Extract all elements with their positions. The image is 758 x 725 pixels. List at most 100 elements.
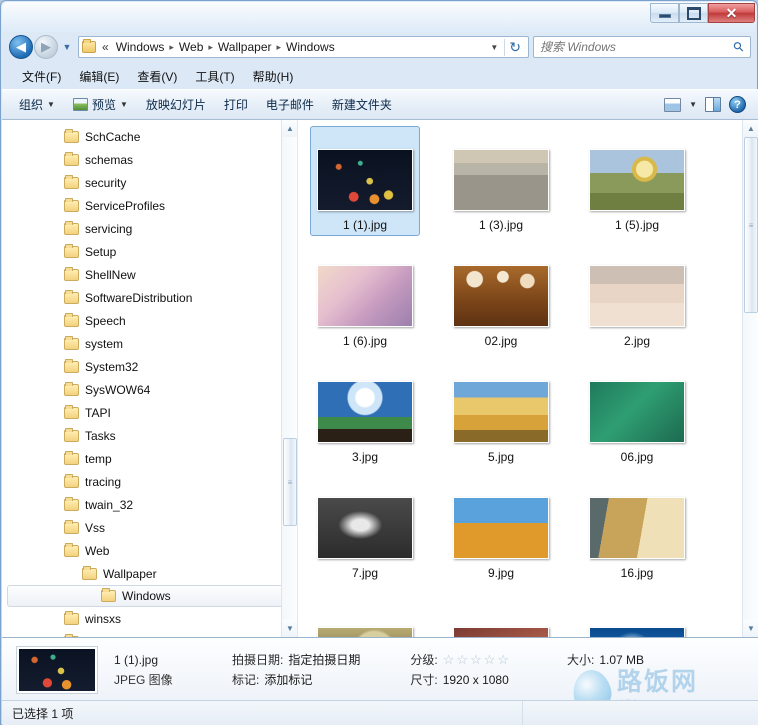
- file-tile[interactable]: 3.jpg: [310, 358, 420, 468]
- tree-item-windows[interactable]: Windows: [7, 585, 292, 607]
- file-tile[interactable]: 1 (1).jpg: [310, 126, 420, 236]
- file-tile[interactable]: [446, 590, 556, 637]
- file-tile[interactable]: 1 (5).jpg: [582, 126, 692, 236]
- tree-item-shellnew[interactable]: ShellNew: [2, 263, 297, 286]
- tree-item-tasks[interactable]: Tasks: [2, 424, 297, 447]
- sidebar-scrollbar[interactable]: ▲ ≡ ▼: [281, 120, 297, 637]
- rating-star-3[interactable]: ☆: [470, 652, 482, 668]
- maximize-button[interactable]: [679, 3, 708, 23]
- file-list-scrollbar[interactable]: ▲ ≡ ▼: [742, 120, 758, 637]
- tree-item-syswow64[interactable]: SysWOW64: [2, 378, 297, 401]
- menu-tools[interactable]: 工具(T): [187, 65, 242, 88]
- rating-star-5[interactable]: ☆: [497, 652, 509, 668]
- scrollbar-thumb[interactable]: ≡: [744, 137, 758, 313]
- chevron-down-icon[interactable]: ▼: [689, 100, 697, 109]
- folder-icon: [64, 243, 79, 258]
- tree-item-schemas[interactable]: schemas: [2, 148, 297, 171]
- details-tags-label: 标记:: [232, 673, 260, 687]
- breadcrumb-item-windows-current[interactable]: Windows: [282, 39, 339, 55]
- chevron-down-icon[interactable]: ▼: [484, 43, 504, 52]
- scrollbar-thumb[interactable]: ≡: [283, 438, 297, 526]
- file-tile[interactable]: 16.jpg: [582, 474, 692, 584]
- details-date-label: 拍摄日期:: [232, 653, 284, 667]
- file-tile[interactable]: [582, 590, 692, 637]
- file-tile[interactable]: 06.jpg: [582, 358, 692, 468]
- email-button[interactable]: 电子邮件: [257, 92, 323, 117]
- folder-icon: [64, 542, 79, 557]
- rating-star-1[interactable]: ☆: [443, 652, 455, 668]
- menu-edit[interactable]: 编辑(E): [71, 65, 127, 88]
- forward-button[interactable]: ▶: [34, 35, 58, 59]
- tree-item-temp[interactable]: temp: [2, 447, 297, 470]
- breadcrumb-overflow[interactable]: «: [99, 40, 112, 54]
- tree-item-zh-cn[interactable]: zh-CN: [2, 630, 297, 637]
- preview-icon: [72, 98, 88, 111]
- details-date-value[interactable]: 指定拍摄日期: [288, 651, 360, 668]
- tree-item-serviceprofiles[interactable]: ServiceProfiles: [2, 194, 297, 217]
- rating-star-2[interactable]: ☆: [456, 652, 468, 668]
- new-folder-button[interactable]: 新建文件夹: [323, 92, 401, 117]
- details-size-value: 1.07 MB: [599, 652, 645, 667]
- menu-bar: 文件(F) 编辑(E) 查看(V) 工具(T) 帮助(H): [2, 63, 758, 89]
- preview-button[interactable]: 预览 ▼: [64, 92, 137, 117]
- breadcrumb-item-wallpaper[interactable]: Wallpaper: [214, 39, 276, 55]
- menu-help[interactable]: 帮助(H): [245, 65, 302, 88]
- history-dropdown-icon[interactable]: ▼: [60, 42, 74, 52]
- help-icon[interactable]: ?: [729, 96, 746, 113]
- scroll-up-arrow[interactable]: ▲: [282, 120, 297, 137]
- search-box[interactable]: ⚲: [533, 36, 751, 58]
- tree-item-system[interactable]: system: [2, 332, 297, 355]
- tree-item-twain-32[interactable]: twain_32: [2, 493, 297, 516]
- tree-item-speech[interactable]: Speech: [2, 309, 297, 332]
- close-button[interactable]: ✕: [708, 3, 755, 23]
- preview-pane-icon[interactable]: [705, 97, 721, 112]
- minimize-button[interactable]: [650, 3, 679, 23]
- organize-button[interactable]: 组织 ▼: [10, 92, 64, 117]
- file-tile[interactable]: 02.jpg: [446, 242, 556, 352]
- file-tile[interactable]: 2.jpg: [582, 242, 692, 352]
- file-tile[interactable]: 9.jpg: [446, 474, 556, 584]
- status-divider: [522, 701, 523, 725]
- file-tile[interactable]: 1 (6).jpg: [310, 242, 420, 352]
- details-filetype: JPEG 图像: [114, 673, 173, 687]
- file-list-pane[interactable]: 1 (1).jpg 1 (3).jpg 1 (5).jpg 1 (6).jpg 02.j…: [298, 120, 758, 637]
- details-tags-value[interactable]: 添加标记: [264, 671, 312, 688]
- tree-item-wallpaper[interactable]: Wallpaper: [2, 562, 297, 585]
- menu-view[interactable]: 查看(V): [129, 65, 185, 88]
- file-tile[interactable]: 1 (3).jpg: [446, 126, 556, 236]
- tree-item-vss[interactable]: Vss: [2, 516, 297, 539]
- search-input[interactable]: [540, 40, 735, 54]
- breadcrumb-bar[interactable]: « Windows ▸ Web ▸ Wallpaper ▸ Windows ▼ …: [78, 36, 529, 58]
- content-area: SchCache schemas security ServiceProfiles se…: [2, 120, 758, 638]
- tree-item-setup[interactable]: Setup: [2, 240, 297, 263]
- rating-star-4[interactable]: ☆: [484, 652, 496, 668]
- tree-item-label: Speech: [85, 313, 126, 328]
- tree-item-label: zh-CN: [85, 635, 119, 638]
- tree-item-system32[interactable]: System32: [2, 355, 297, 378]
- file-tile[interactable]: [310, 590, 420, 637]
- rating-stars[interactable]: ☆ ☆ ☆ ☆ ☆: [443, 652, 509, 668]
- refresh-icon[interactable]: ↻: [504, 38, 525, 56]
- tree-item-web[interactable]: Web: [2, 539, 297, 562]
- change-view-icon[interactable]: [664, 97, 682, 112]
- slideshow-button[interactable]: 放映幻灯片: [137, 92, 215, 117]
- status-text: 已选择 1 项: [12, 706, 74, 721]
- breadcrumb-item-web[interactable]: Web: [175, 39, 207, 55]
- tree-item-tapi[interactable]: TAPI: [2, 401, 297, 424]
- scroll-up-arrow[interactable]: ▲: [743, 120, 758, 137]
- file-tile[interactable]: 5.jpg: [446, 358, 556, 468]
- file-name-label: 9.jpg: [487, 566, 515, 580]
- scroll-down-arrow[interactable]: ▼: [282, 620, 297, 637]
- tree-item-softwaredistribution[interactable]: SoftwareDistribution: [2, 286, 297, 309]
- print-button[interactable]: 打印: [215, 92, 257, 117]
- tree-item-servicing[interactable]: servicing: [2, 217, 297, 240]
- tree-item-tracing[interactable]: tracing: [2, 470, 297, 493]
- breadcrumb-item-windows[interactable]: Windows: [112, 39, 169, 55]
- tree-item-winsxs[interactable]: winsxs: [2, 607, 297, 630]
- scroll-down-arrow[interactable]: ▼: [743, 620, 758, 637]
- tree-item-schcache[interactable]: SchCache: [2, 125, 297, 148]
- back-button[interactable]: ◀: [9, 35, 33, 59]
- file-tile[interactable]: 7.jpg: [310, 474, 420, 584]
- menu-file[interactable]: 文件(F): [14, 65, 69, 88]
- tree-item-security[interactable]: security: [2, 171, 297, 194]
